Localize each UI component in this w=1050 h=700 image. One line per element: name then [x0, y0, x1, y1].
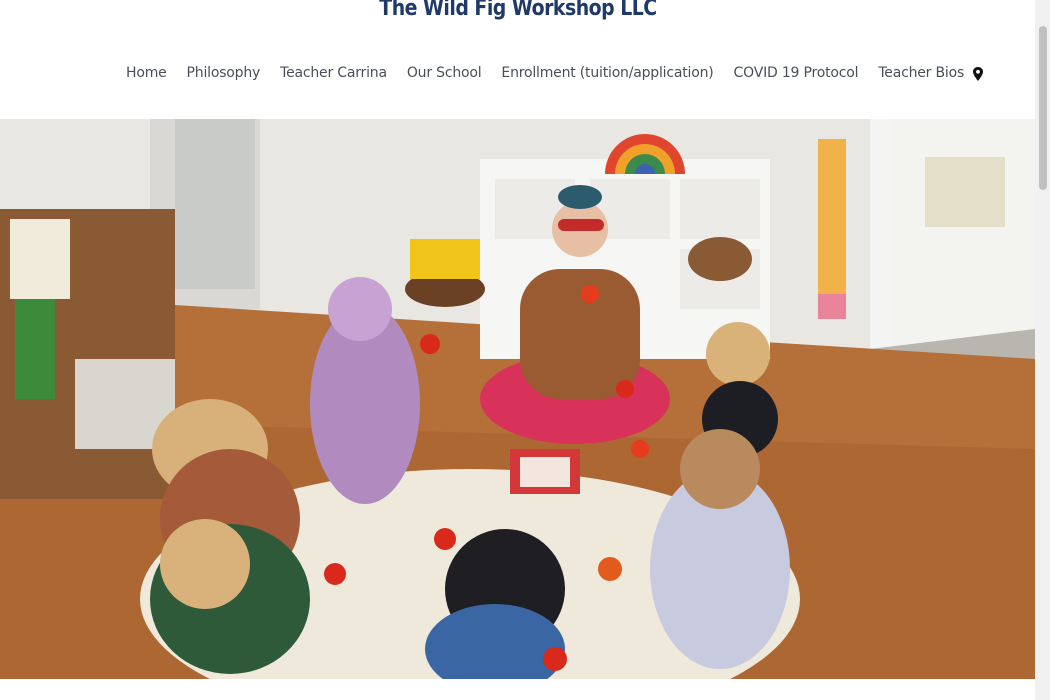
- scrollbar-thumb[interactable]: [1039, 26, 1047, 190]
- page-bottom-strip: [0, 679, 1035, 700]
- nav-teacher-carrina[interactable]: Teacher Carrina: [280, 65, 387, 81]
- page-scrollbar[interactable]: [1035, 0, 1050, 700]
- map-pin-icon[interactable]: [971, 66, 985, 82]
- hero-image: [0, 119, 1035, 679]
- nav-covid-protocol[interactable]: COVID 19 Protocol: [734, 65, 859, 81]
- site-title[interactable]: The Wild Fig Workshop LLC: [73, 0, 964, 21]
- nav-home[interactable]: Home: [126, 65, 167, 81]
- main-nav: Home Philosophy Teacher Carrina Our Scho…: [116, 63, 974, 83]
- nav-enrollment[interactable]: Enrollment (tuition/application): [501, 65, 713, 81]
- nav-philosophy[interactable]: Philosophy: [187, 65, 261, 81]
- nav-teacher-bios[interactable]: Teacher Bios: [878, 65, 964, 81]
- nav-our-school[interactable]: Our School: [407, 65, 482, 81]
